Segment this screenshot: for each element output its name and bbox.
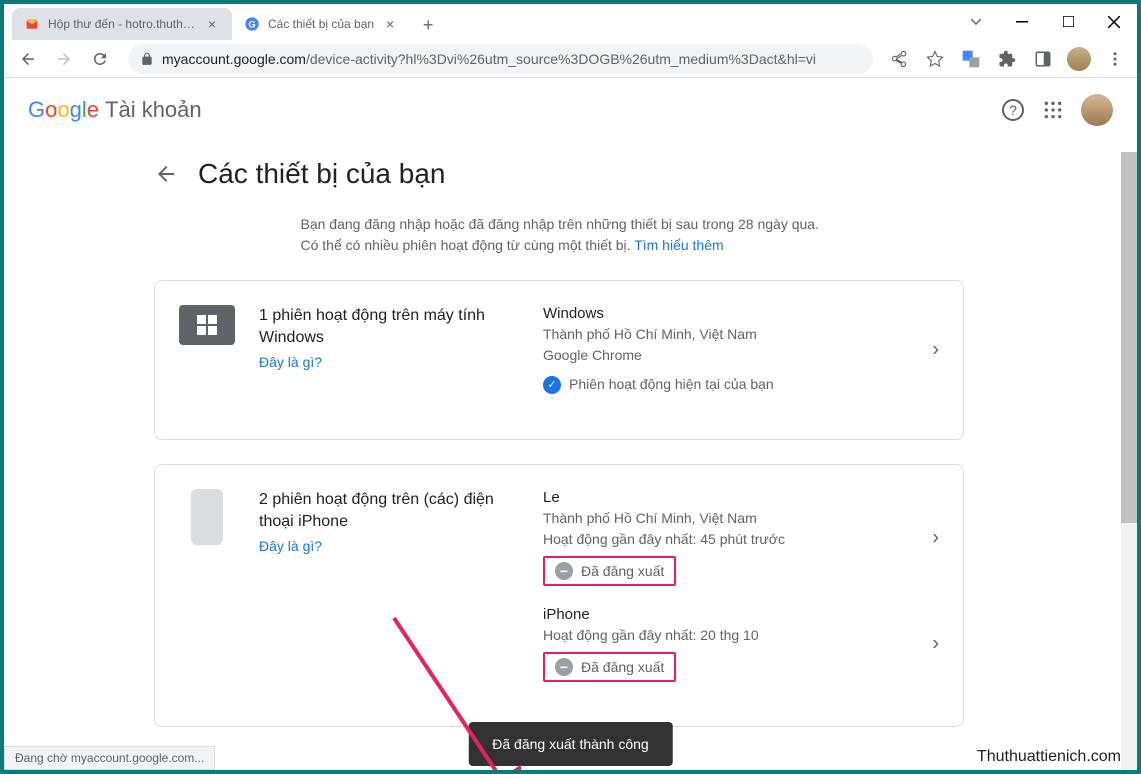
menu-icon[interactable] xyxy=(1101,45,1129,73)
signed-out-badge: − Đã đăng xuất xyxy=(543,652,676,682)
help-icon[interactable]: ? xyxy=(1001,98,1025,122)
intro-text: Bạn đang đăng nhập hoặc đã đăng nhập trê… xyxy=(151,214,991,256)
forward-button[interactable] xyxy=(48,43,80,75)
watermark: Thuthuattienich.com xyxy=(977,748,1121,766)
device-title: 2 phiên hoạt động trên (các) điện thoại … xyxy=(259,489,519,534)
status-bar: Đang chờ myaccount.google.com... xyxy=(4,746,215,770)
google-account-logo[interactable]: Google Tài khoản xyxy=(28,97,202,123)
close-window-button[interactable] xyxy=(1091,6,1137,38)
back-button[interactable] xyxy=(12,43,44,75)
share-icon[interactable] xyxy=(885,45,913,73)
back-arrow[interactable] xyxy=(154,162,178,186)
profile-avatar[interactable] xyxy=(1065,45,1093,73)
session-location: Thành phố Hồ Chí Minh, Việt Nam xyxy=(543,324,939,345)
sidepanel-icon[interactable] xyxy=(1029,45,1057,73)
close-icon[interactable]: × xyxy=(204,16,220,32)
svg-text:G: G xyxy=(248,19,255,29)
session-name: Windows xyxy=(543,305,939,322)
lock-icon xyxy=(140,52,154,66)
url-text: myaccount.google.com/device-activity?hl%… xyxy=(162,51,816,67)
window-dropdown[interactable] xyxy=(953,6,999,38)
toast-message: Đã đăng xuất thành công xyxy=(468,722,672,766)
tab-devices[interactable]: G Các thiết bị của bạn × xyxy=(232,8,410,40)
tab-title: Hộp thư đến - hotro.thuthuattien xyxy=(48,17,196,31)
scrollbar[interactable] xyxy=(1121,152,1137,770)
new-tab-button[interactable]: + xyxy=(414,12,442,40)
maximize-button[interactable] xyxy=(1045,6,1091,38)
chevron-right-icon[interactable]: › xyxy=(932,339,939,362)
windows-pc-icon xyxy=(179,305,235,345)
minus-icon: − xyxy=(555,658,573,676)
translate-icon[interactable] xyxy=(957,45,985,73)
session-name: iPhone xyxy=(543,606,939,623)
reload-button[interactable] xyxy=(84,43,116,75)
device-card-iphone: 2 phiên hoạt động trên (các) điện thoại … xyxy=(154,464,964,727)
page-title: Các thiết bị của bạn xyxy=(198,158,446,190)
session-location: Thành phố Hồ Chí Minh, Việt Nam xyxy=(543,508,939,529)
tab-title: Các thiết bị của bạn xyxy=(268,17,374,31)
session-name: Le xyxy=(543,489,939,506)
what-is-this-link[interactable]: Đây là gì? xyxy=(259,354,322,370)
address-bar[interactable]: myaccount.google.com/device-activity?hl%… xyxy=(128,44,873,74)
minus-icon: − xyxy=(555,562,573,580)
device-title: 1 phiên hoạt động trên máy tính Windows xyxy=(259,305,519,350)
minimize-button[interactable] xyxy=(999,6,1045,38)
gmail-icon xyxy=(24,16,40,32)
session-browser: Google Chrome xyxy=(543,345,939,366)
iphone-icon xyxy=(191,489,223,545)
chevron-right-icon[interactable]: › xyxy=(932,526,939,549)
signed-out-badge: − Đã đăng xuất xyxy=(543,556,676,586)
session-activity: Hoạt động gần đây nhất: 45 phút trước xyxy=(543,529,939,550)
device-card-windows: 1 phiên hoạt động trên máy tính Windows … xyxy=(154,280,964,440)
apps-icon[interactable] xyxy=(1041,98,1065,122)
svg-text:?: ? xyxy=(1009,102,1017,118)
tab-gmail[interactable]: Hộp thư đến - hotro.thuthuattien × xyxy=(12,8,232,40)
account-avatar[interactable] xyxy=(1081,94,1113,126)
chevron-right-icon[interactable]: › xyxy=(932,633,939,656)
extensions-icon[interactable] xyxy=(993,45,1021,73)
current-session-badge: ✓ Phiên hoạt động hiện tại của bạn xyxy=(543,374,939,395)
what-is-this-link[interactable]: Đây là gì? xyxy=(259,538,322,554)
check-icon: ✓ xyxy=(543,376,561,394)
close-icon[interactable]: × xyxy=(382,16,398,32)
google-icon: G xyxy=(244,16,260,32)
session-activity: Hoạt động gần đây nhất: 20 thg 10 xyxy=(543,625,939,646)
star-icon[interactable] xyxy=(921,45,949,73)
learn-more-link[interactable]: Tìm hiểu thêm xyxy=(634,237,723,253)
